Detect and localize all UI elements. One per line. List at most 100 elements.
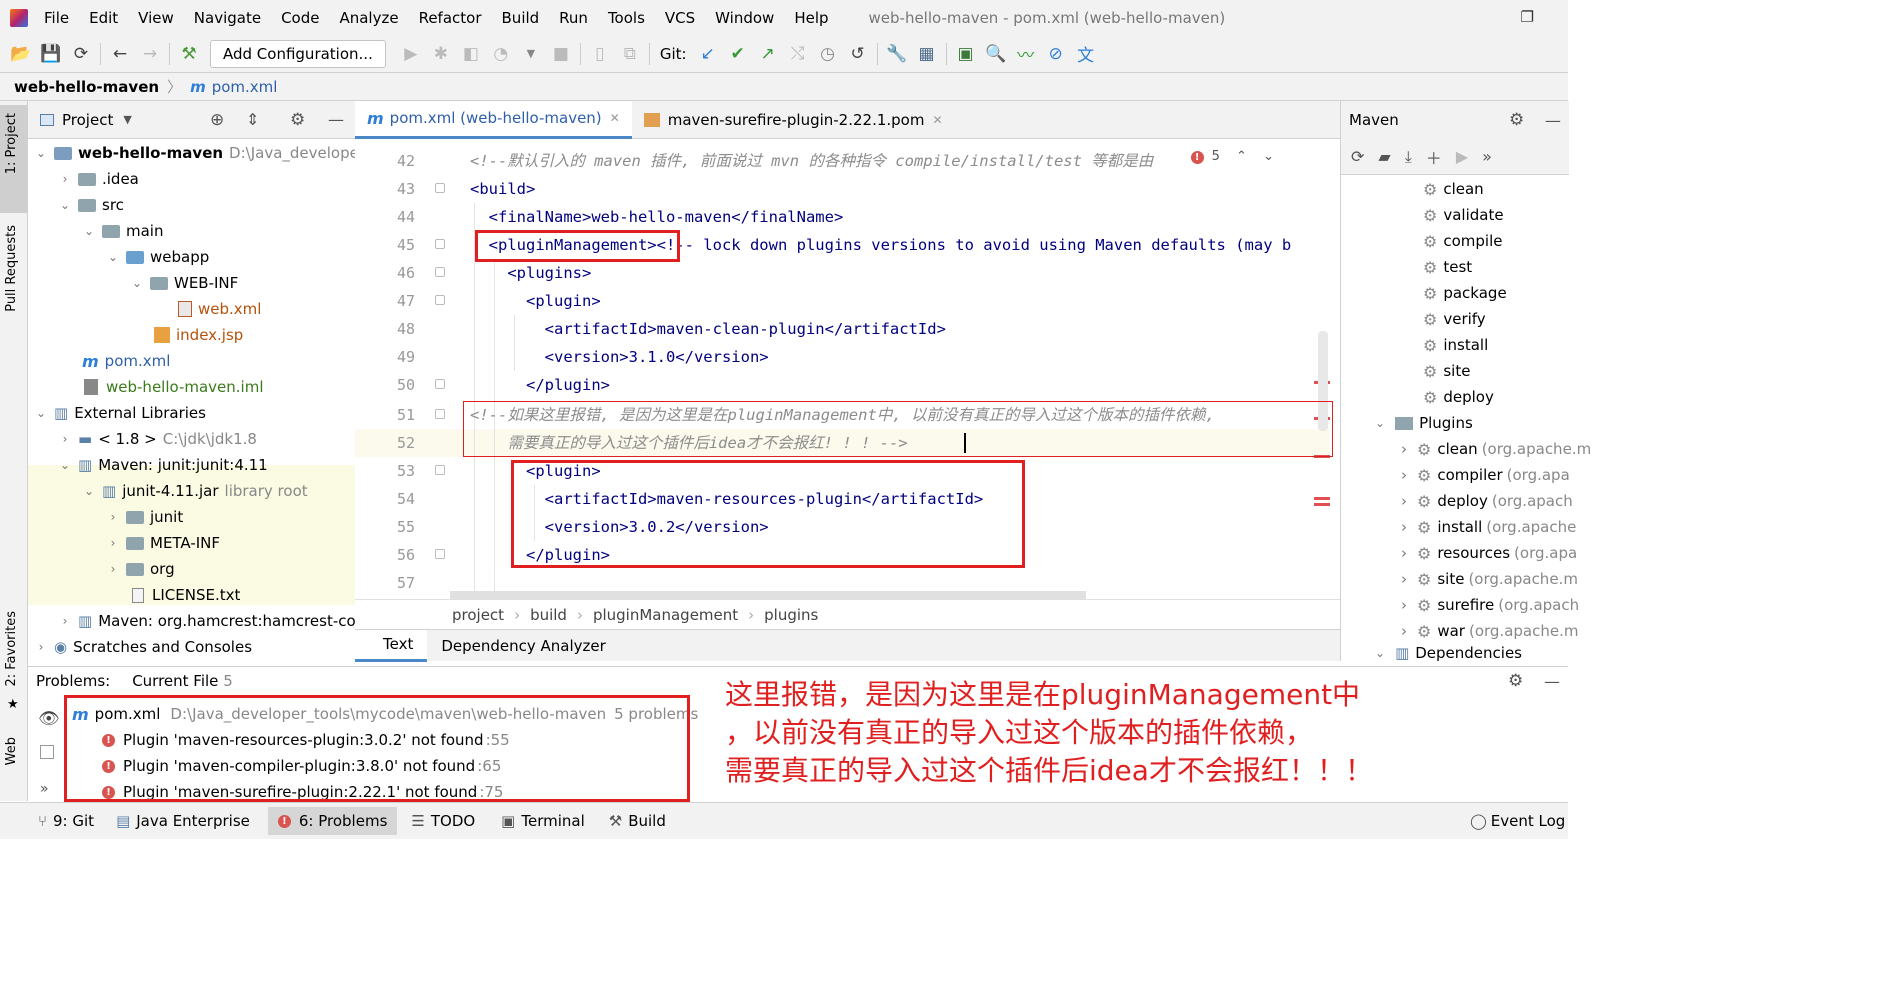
plugin-deploy[interactable]: › ⚙ deploy (org.apach — [1401, 488, 1573, 514]
menu-navigate[interactable]: Navigate — [194, 9, 261, 27]
chevron-down-icon[interactable]: ⌄ — [82, 224, 96, 238]
tree-node-main[interactable]: ⌄ main — [82, 218, 164, 244]
chevron-down-icon[interactable]: ⌄ — [130, 276, 144, 290]
minimize-panel-icon[interactable]: — — [1545, 111, 1561, 130]
chevron-right-icon[interactable]: › — [1401, 544, 1407, 562]
menu-tools[interactable]: Tools — [608, 9, 645, 27]
chevron-right-icon[interactable]: › — [1401, 440, 1407, 458]
plugin-surefire[interactable]: › ⚙ surefire (org.apach — [1401, 592, 1579, 618]
git-merge-icon[interactable]: ⤭ — [783, 39, 813, 69]
tab-git[interactable]: ⑂ 9: Git — [38, 812, 94, 830]
lifecycle-install[interactable]: ⚙ install — [1423, 332, 1488, 358]
minimize-panel-icon[interactable]: — — [328, 110, 344, 129]
tree-node-scratches[interactable]: › ◉ Scratches and Consoles — [34, 634, 252, 660]
chevron-down-icon[interactable]: ▼ — [123, 113, 131, 126]
plugins-node[interactable]: ⌄ Plugins — [1375, 410, 1473, 436]
tree-node-web-xml[interactable]: web.xml — [178, 296, 261, 322]
plugin-resources[interactable]: › ⚙ resources (org.apa — [1401, 540, 1577, 566]
open-folder-icon[interactable]: 📂 — [6, 39, 36, 69]
tree-node-junit-pkg[interactable]: › junit — [106, 504, 184, 530]
project-panel-title[interactable]: Project — [62, 111, 113, 129]
chevron-right-icon[interactable]: › — [58, 614, 72, 628]
tree-node-maven-hamcrest[interactable]: › ▥ Maven: org.hamcrest:hamcrest-core: — [58, 608, 355, 634]
power-save-icon[interactable]: ⊘ — [1041, 39, 1071, 69]
tree-node-meta-inf[interactable]: › META-INF — [106, 530, 220, 556]
error-indicator[interactable]: ! 5 ⌃ ⌄ — [1184, 149, 1274, 164]
plugin-clean[interactable]: › ⚙ clean (org.apache.m — [1401, 436, 1591, 462]
tree-node-org[interactable]: › org — [106, 556, 175, 582]
translate-icon[interactable]: 文 — [1071, 39, 1101, 69]
tree-node-external-libraries[interactable]: ⌄ ▥ External Libraries — [34, 400, 206, 426]
crumb-project[interactable]: project — [452, 606, 504, 624]
tree-node-iml[interactable]: web-hello-maven.iml — [84, 374, 264, 400]
tree-node-maven-junit[interactable]: ⌄ ▥ Maven: junit:junit:4.11 — [58, 452, 268, 478]
tree-node-root[interactable]: ⌄ web-hello-maven D:\Java_developer_to — [34, 140, 355, 166]
tree-node-license[interactable]: LICENSE.txt — [132, 582, 240, 608]
attach-icon[interactable]: ▯ — [585, 39, 615, 69]
download-icon[interactable]: ⤓ — [1405, 147, 1412, 167]
chevron-right-icon[interactable]: › — [34, 640, 48, 654]
add-configuration-button[interactable]: Add Configuration... — [210, 39, 386, 68]
chevron-down-icon[interactable]: ⌄ — [34, 406, 48, 420]
crumb-plugin-management[interactable]: pluginManagement — [593, 606, 738, 624]
tab-current-file[interactable]: Current File 5 — [132, 672, 233, 690]
tab-event-log[interactable]: ◯ Event Log — [1470, 812, 1565, 830]
tab-java-enterprise[interactable]: ▤ Java Enterprise — [116, 812, 250, 830]
chevron-right-icon[interactable]: › — [106, 536, 120, 550]
git-history-icon[interactable]: ◷ — [813, 39, 843, 69]
tree-node-src[interactable]: ⌄ src — [58, 192, 124, 218]
chevron-down-icon[interactable]: ⌄ — [58, 458, 72, 472]
chevron-right-icon[interactable]: › — [1401, 492, 1407, 510]
chevron-down-icon[interactable]: ⌄ — [106, 250, 120, 264]
fold-marker-icon[interactable] — [435, 465, 445, 475]
tab-pom-xml[interactable]: m pom.xml (web-hello-maven) ✕ — [355, 100, 632, 139]
chevron-down-icon[interactable]: ⌄ — [1375, 416, 1385, 430]
git-push-icon[interactable]: ↗ — [753, 39, 783, 69]
chevron-down-icon[interactable]: ⌄ — [58, 198, 72, 212]
tab-project-label[interactable]: 1: Project — [4, 113, 19, 174]
eye-icon[interactable]: 👁 — [38, 709, 60, 729]
chevron-up-icon[interactable]: ⌃ — [1236, 149, 1247, 164]
chevron-down-icon[interactable]: ⌄ — [82, 484, 96, 498]
tab-favorites[interactable]: 2: Favorites — [4, 611, 19, 687]
plugin-install[interactable]: › ⚙ install (org.apache — [1401, 514, 1576, 540]
tab-terminal[interactable]: ▣ Terminal — [501, 812, 585, 830]
tab-build[interactable]: ⚒ Build — [609, 812, 666, 830]
chevron-down-icon[interactable]: ⌄ — [1263, 149, 1274, 164]
dependencies-node[interactable]: ⌄ ▥ Dependencies — [1375, 644, 1522, 662]
crumb-plugins[interactable]: plugins — [764, 606, 818, 624]
stop-icon[interactable]: ■ — [546, 39, 576, 69]
plugin-compiler[interactable]: › ⚙ compiler (org.apa — [1401, 462, 1570, 488]
lifecycle-package[interactable]: ⚙ package — [1423, 280, 1507, 306]
close-icon[interactable]: ✕ — [610, 111, 620, 125]
fold-marker-icon[interactable] — [435, 295, 445, 305]
app-logo-icon[interactable] — [10, 8, 28, 27]
lifecycle-validate[interactable]: ⚙ validate — [1423, 202, 1504, 228]
chevron-right-icon[interactable]: › — [1401, 466, 1407, 484]
settings-wrench-icon[interactable]: 🔧 — [882, 39, 912, 69]
breadcrumb-file[interactable]: pom.xml — [212, 78, 278, 96]
tab-dependency-analyzer[interactable]: Dependency Analyzer — [427, 630, 619, 662]
reload-icon[interactable]: ⟳ — [1351, 147, 1364, 166]
build-hammer-icon[interactable]: ⚒ — [174, 39, 204, 69]
preview-icon[interactable] — [40, 745, 54, 759]
tab-pull-requests[interactable]: Pull Requests — [4, 225, 19, 312]
chevron-down-icon[interactable]: ⌄ — [34, 146, 48, 160]
gear-icon[interactable]: ⚙ — [290, 110, 305, 130]
chevron-right-icon[interactable]: › — [106, 510, 120, 524]
menu-view[interactable]: View — [138, 9, 174, 27]
horizontal-scrollbar[interactable] — [450, 591, 1086, 599]
more-icon[interactable]: » — [1482, 147, 1492, 166]
locate-file-icon[interactable]: ⊕ — [210, 110, 224, 130]
menu-help[interactable]: Help — [794, 9, 828, 27]
menu-code[interactable]: Code — [281, 9, 319, 27]
chevron-right-icon[interactable]: › — [1401, 518, 1407, 536]
terminal-icon[interactable]: ▣ — [951, 39, 981, 69]
lifecycle-compile[interactable]: ⚙ compile — [1423, 228, 1502, 254]
tab-todo[interactable]: ☰ TODO — [411, 812, 475, 830]
run-dropdown-icon[interactable]: ▼ — [516, 39, 546, 69]
fold-marker-icon[interactable] — [435, 267, 445, 277]
tab-web[interactable]: Web — [4, 737, 19, 765]
reimport-folder-icon[interactable]: ▰ — [1378, 147, 1390, 166]
tree-node-web-inf[interactable]: ⌄ WEB-INF — [130, 270, 238, 296]
